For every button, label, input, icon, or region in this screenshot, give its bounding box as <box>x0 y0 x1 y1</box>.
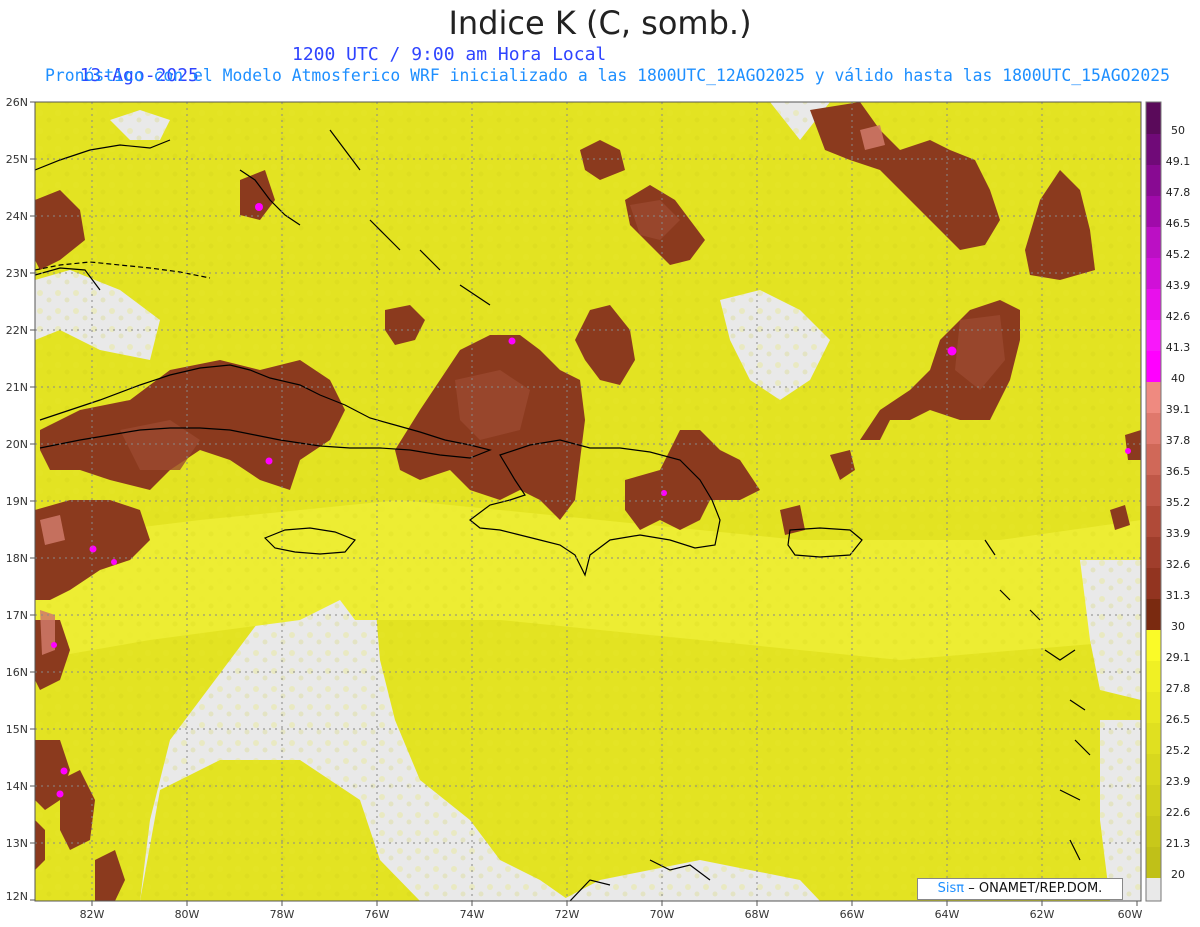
colorbar-label: 50 <box>1171 124 1185 137</box>
colorbar-swatch <box>1146 475 1161 506</box>
colorbar-swatches <box>1145 101 1162 902</box>
latitude-labels: 26N 25N 24N 23N 22N 21N 20N 19N 18N 17N … <box>6 96 28 903</box>
lat-label: 24N <box>6 210 28 223</box>
colorbar-swatch <box>1146 351 1161 382</box>
colorbar-label: 31.3 <box>1166 589 1191 602</box>
colorbar-swatch <box>1146 816 1161 847</box>
colorbar-swatch <box>1146 630 1161 661</box>
colorbar-label: 33.9 <box>1166 527 1191 540</box>
lon-label: 76W <box>365 908 390 921</box>
colorbar-swatch <box>1146 537 1161 568</box>
colorbar-swatch <box>1146 289 1161 320</box>
colorbar-swatch <box>1146 661 1161 692</box>
colorbar-label: 35.2 <box>1166 496 1191 509</box>
colorbar-swatch <box>1146 847 1161 878</box>
lat-label: 25N <box>6 153 28 166</box>
colorbar-swatch <box>1146 878 1161 901</box>
colorbar-swatch <box>1146 413 1161 444</box>
colorbar-label: 21.3 <box>1166 837 1191 850</box>
colorbar-swatch <box>1146 444 1161 475</box>
colorbar-label: 46.5 <box>1166 217 1191 230</box>
colorbar-label: 42.6 <box>1166 310 1191 323</box>
lon-label: 74W <box>460 908 485 921</box>
colorbar-label: 40 <box>1171 372 1185 385</box>
forecast-subtitle: Pronóstico con el Modelo Atmosferico WRF… <box>45 66 1170 85</box>
colorbar-label: 27.8 <box>1166 682 1191 695</box>
lat-label: 13N <box>6 837 28 850</box>
colorbar-label: 26.5 <box>1166 713 1191 726</box>
lat-label: 12N <box>6 890 28 903</box>
forecast-time: 1200 UTC / 9:00 am Hora Local <box>292 44 607 65</box>
colorbar-label: 41.3 <box>1166 341 1191 354</box>
lat-label: 26N <box>6 96 28 109</box>
colorbar-label: 43.9 <box>1166 279 1191 292</box>
colorbar-label: 47.8 <box>1166 186 1191 199</box>
colorbar-label: 45.2 <box>1166 248 1191 261</box>
lon-label: 82W <box>80 908 105 921</box>
colorbar-swatch <box>1146 196 1161 227</box>
colorbar-swatch <box>1146 165 1161 196</box>
lat-label: 14N <box>6 780 28 793</box>
colorbar-label: 22.6 <box>1166 806 1191 819</box>
lat-label: 20N <box>6 438 28 451</box>
map-title: Indice K (C, somb.) <box>448 4 752 42</box>
colorbar-swatch <box>1146 506 1161 537</box>
colorbar-swatch <box>1146 258 1161 289</box>
lon-label: 68W <box>745 908 770 921</box>
lon-label: 66W <box>840 908 865 921</box>
sispi-logo: Sisπ <box>937 881 965 896</box>
credit-box: Sisπ – ONAMET/REP.DOM. <box>917 878 1123 900</box>
colorbar-swatch <box>1146 227 1161 258</box>
k-index-map: 26N 25N 24N 23N 22N 21N 20N 19N 18N 17N … <box>6 96 1191 921</box>
colorbar-swatch <box>1146 568 1161 599</box>
lat-label: 19N <box>6 495 28 508</box>
colorbar-label: 20 <box>1171 868 1185 881</box>
lat-label: 22N <box>6 324 28 337</box>
colorbar: 50 49.1 47.8 46.5 45.2 43.9 42.6 41.3 40… <box>1145 101 1191 902</box>
colorbar-label: 25.2 <box>1166 744 1191 757</box>
colorbar-label: 23.9 <box>1166 775 1191 788</box>
colorbar-swatch <box>1146 692 1161 723</box>
colorbar-swatch <box>1146 599 1161 630</box>
credit-text: – ONAMET/REP.DOM. <box>968 881 1103 896</box>
lat-label: 15N <box>6 723 28 736</box>
longitude-labels: 82W 80W 78W 76W 74W 72W 70W 68W 66W 64W … <box>80 908 1143 921</box>
lat-label: 16N <box>6 666 28 679</box>
lat-label: 21N <box>6 381 28 394</box>
colorbar-label: 37.8 <box>1166 434 1191 447</box>
colorbar-swatch <box>1146 134 1161 165</box>
colorbar-label: 30 <box>1171 620 1185 633</box>
colorbar-swatch <box>1146 754 1161 785</box>
lon-label: 78W <box>270 908 295 921</box>
lat-label: 18N <box>6 552 28 565</box>
colorbar-label: 36.5 <box>1166 465 1191 478</box>
colorbar-label: 49.1 <box>1166 155 1191 168</box>
colorbar-swatch <box>1146 723 1161 754</box>
colorbar-label: 32.6 <box>1166 558 1191 571</box>
colorbar-swatch <box>1146 320 1161 351</box>
lon-label: 60W <box>1118 908 1143 921</box>
colorbar-label: 29.1 <box>1166 651 1191 664</box>
lon-label: 64W <box>935 908 960 921</box>
lon-label: 72W <box>555 908 580 921</box>
lat-label: 17N <box>6 609 28 622</box>
colorbar-swatch <box>1146 102 1161 134</box>
lon-label: 70W <box>650 908 675 921</box>
colorbar-label: 39.1 <box>1166 403 1191 416</box>
lat-label: 23N <box>6 267 28 280</box>
lon-label: 80W <box>175 908 200 921</box>
lon-label: 62W <box>1030 908 1055 921</box>
colorbar-swatch <box>1146 785 1161 816</box>
colorbar-labels: 50 49.1 47.8 46.5 45.2 43.9 42.6 41.3 40… <box>1166 124 1191 881</box>
colorbar-swatch <box>1146 382 1161 413</box>
